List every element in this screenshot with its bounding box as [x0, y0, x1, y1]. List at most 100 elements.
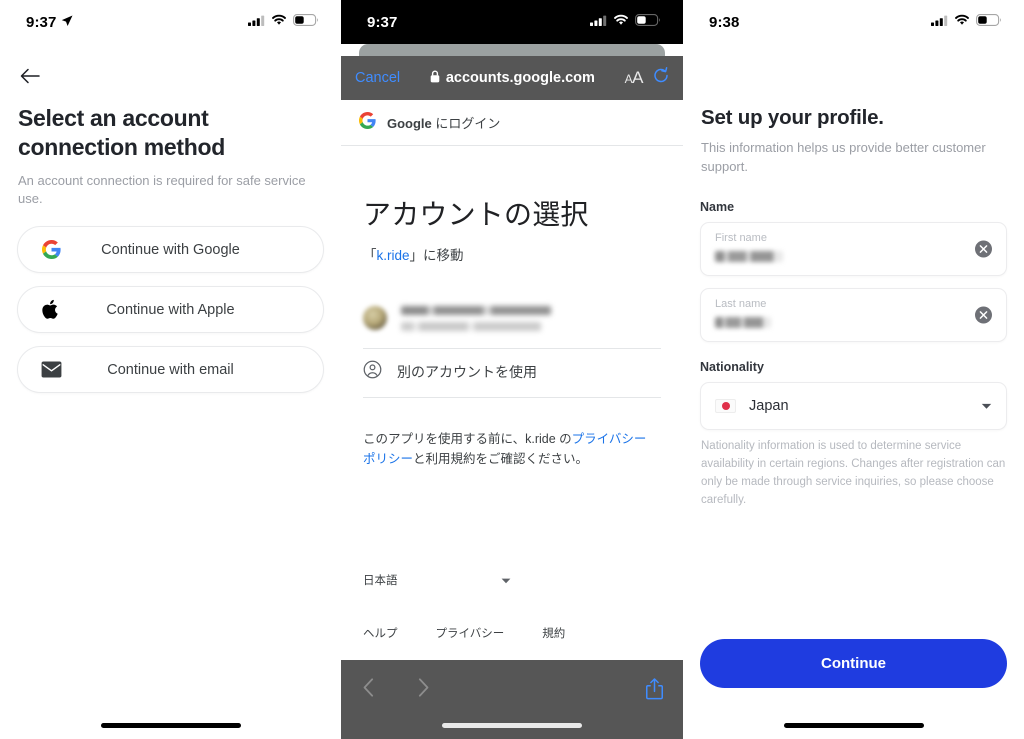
- cancel-button[interactable]: Cancel: [355, 70, 400, 86]
- clear-first-name-button[interactable]: [975, 240, 992, 258]
- status-bar: 9:37: [341, 0, 683, 44]
- legal-suffix: と利用規約をご確認ください。: [413, 452, 589, 467]
- privacy-link[interactable]: プライバシー: [436, 625, 505, 641]
- continue-with-google-button[interactable]: Continue with Google: [17, 226, 324, 273]
- home-indicator: [783, 723, 924, 728]
- panel-google-account-chooser: 9:37 Cancel accounts.google.com AA Googl…: [341, 0, 683, 739]
- screenshot-stage: 9:37 Select an account connection method…: [0, 0, 1024, 739]
- account-redacted-text: [401, 305, 551, 331]
- location-arrow-icon: [61, 14, 73, 31]
- google-logo-icon: [359, 111, 376, 134]
- subtitle-prefix: 「: [363, 248, 377, 263]
- subtitle-suffix: 」に移動: [409, 248, 464, 263]
- japan-flag-icon: [715, 399, 736, 413]
- nationality-label: Nationality: [700, 360, 764, 374]
- continue-with-apple-button[interactable]: Continue with Apple: [17, 286, 324, 333]
- lock-icon: [430, 70, 440, 87]
- avatar: [363, 306, 387, 330]
- continue-button[interactable]: Continue: [700, 639, 1007, 688]
- status-bar: 9:37: [0, 0, 341, 44]
- page-title: アカウントの選択: [363, 199, 589, 230]
- wifi-icon: [954, 13, 970, 31]
- cellular-bars-icon: [931, 13, 948, 31]
- status-bar: 9:38: [683, 0, 1024, 44]
- page-subtitle: An account connection is required for sa…: [18, 172, 306, 207]
- address-bar[interactable]: accounts.google.com: [410, 70, 615, 87]
- page-header: Set up your profile. This information he…: [701, 106, 1006, 177]
- status-icons: [931, 13, 1002, 31]
- nationality-helper-text: Nationality information is used to deter…: [701, 440, 1006, 507]
- account-circle-icon: [363, 360, 382, 384]
- first-name-value-redacted: [715, 251, 783, 262]
- terms-link[interactable]: 規約: [542, 625, 565, 641]
- cellular-bars-icon: [248, 13, 265, 31]
- back-button[interactable]: [16, 64, 44, 92]
- browser-nav-group: [363, 678, 429, 702]
- home-indicator: [442, 723, 582, 728]
- help-link[interactable]: ヘルプ: [363, 625, 398, 641]
- app-link[interactable]: k.ride: [377, 248, 410, 263]
- language-selector[interactable]: 日本語: [363, 567, 511, 593]
- divider: [363, 397, 661, 398]
- battery-low-icon: [976, 13, 1002, 31]
- cellular-bars-icon: [590, 13, 607, 31]
- site-brand: Google: [387, 116, 432, 131]
- first-name-label: First name: [715, 232, 767, 244]
- chevron-left-icon[interactable]: [363, 678, 374, 702]
- page-content: アカウントの選択 「k.ride」に移動 別のアカウントを使用 このアプリを使用…: [341, 147, 683, 660]
- continue-with-email-button[interactable]: Continue with email: [17, 346, 324, 393]
- page-subtitle: This information helps us provide better…: [701, 140, 986, 174]
- arrow-left-icon: [20, 68, 40, 89]
- page-header: Select an account connection method An a…: [18, 104, 323, 209]
- status-icons: [248, 13, 319, 31]
- wifi-icon: [613, 13, 629, 31]
- status-time: 9:37: [367, 13, 398, 31]
- nationality-field-group: Nationality Japan: [700, 360, 1007, 430]
- use-another-account-item[interactable]: 別のアカウントを使用: [363, 349, 661, 395]
- legal-prefix: このアプリを使用する前に、k.ride の: [363, 432, 572, 446]
- site-header-title: Google にログイン: [387, 113, 500, 132]
- account-list-item[interactable]: [363, 289, 661, 347]
- panel-account-connection: 9:37 Select an account connection method…: [0, 0, 341, 739]
- last-name-field[interactable]: Last name: [700, 288, 1007, 342]
- site-header-suffix: にログイン: [431, 116, 501, 131]
- language-value: 日本語: [363, 575, 398, 587]
- auth-button-label: Continue with Apple: [106, 301, 235, 318]
- battery-low-icon: [293, 13, 319, 31]
- auth-button-label: Continue with email: [107, 361, 234, 378]
- last-name-value-redacted: [715, 317, 771, 328]
- status-icons: [590, 13, 661, 31]
- first-name-field[interactable]: First name: [700, 222, 1007, 276]
- wifi-icon: [271, 13, 287, 31]
- name-field-group: Name First name Last name: [700, 200, 1007, 354]
- nationality-select[interactable]: Japan: [700, 382, 1007, 430]
- caret-down-icon: [981, 397, 992, 415]
- chevron-right-icon[interactable]: [418, 678, 429, 702]
- account-email-redacted: [401, 321, 541, 331]
- auth-method-list: Continue with Google Continue with Apple: [17, 226, 324, 393]
- footer-links: ヘルプ プライバシー 規約: [363, 625, 565, 641]
- reload-icon[interactable]: [653, 67, 669, 89]
- nationality-value: Japan: [749, 398, 789, 414]
- envelope-icon: [40, 359, 62, 381]
- apple-logo-icon: [40, 299, 62, 321]
- google-logo-icon: [40, 239, 62, 261]
- caret-down-icon: [501, 571, 511, 589]
- auth-button-label: Continue with Google: [101, 241, 240, 258]
- status-time: 9:37: [26, 13, 57, 31]
- use-another-account-label: 別のアカウントを使用: [397, 364, 537, 380]
- browser-bottom-toolbar: [341, 660, 683, 739]
- text-size-button[interactable]: AA: [625, 68, 644, 88]
- account-name-redacted: [401, 305, 551, 315]
- last-name-label: Last name: [715, 298, 767, 310]
- site-header: Google にログイン: [341, 100, 683, 146]
- battery-low-icon: [635, 13, 661, 31]
- status-time-group: 9:37: [26, 14, 73, 31]
- page-subtitle: 「k.ride」に移動: [363, 244, 464, 264]
- panel-profile-setup: 9:38 Set up your profile. This informati…: [683, 0, 1024, 739]
- name-section-label: Name: [700, 200, 735, 214]
- browser-toolbar: Cancel accounts.google.com AA: [341, 56, 683, 100]
- legal-text: このアプリを使用する前に、k.ride のプライバシー ポリシーと利用規約をご確…: [363, 429, 661, 470]
- clear-last-name-button[interactable]: [975, 306, 992, 324]
- share-icon[interactable]: [645, 678, 664, 705]
